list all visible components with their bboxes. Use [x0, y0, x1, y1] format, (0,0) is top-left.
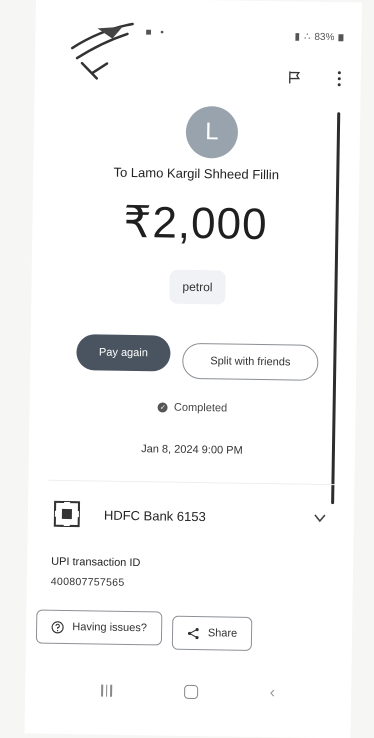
pay-again-label: Pay again: [98, 346, 149, 360]
wifi-icon: ∴: [303, 31, 311, 43]
chevron-down-icon: [314, 514, 326, 523]
share-button[interactable]: Share: [171, 615, 253, 651]
system-nav-bar: ‹: [25, 669, 352, 714]
payment-note: petrol: [169, 269, 226, 305]
battery-icon: [338, 34, 344, 42]
having-issues-label: Having issues?: [72, 621, 148, 635]
recent-apps-button[interactable]: [101, 684, 112, 697]
phone-screen: ■ • ▮ ∴ 83% L To Lamo Kargil Shheed Fill…: [24, 0, 362, 738]
upi-id-label: UPI transaction ID: [51, 555, 141, 570]
bank-logo-icon: [53, 500, 81, 528]
upi-id-value: 400807757565: [50, 575, 125, 589]
battery-level: 83%: [314, 31, 335, 44]
bank-name: HDFC Bank 6153: [103, 507, 206, 524]
flag-icon: [289, 71, 301, 84]
avatar: L: [185, 105, 239, 159]
bank-account-row[interactable]: HDFC Bank 6153: [48, 492, 341, 541]
payment-note-text: petrol: [182, 279, 213, 295]
avatar-initial: L: [205, 118, 219, 146]
share-label: Share: [207, 627, 238, 640]
transaction-status: ✓ Completed: [30, 399, 356, 416]
split-label: Split with friends: [210, 355, 291, 369]
report-flag-button[interactable]: [285, 67, 305, 87]
status-text: Completed: [173, 401, 228, 415]
status-icons: ▮ ∴ 83%: [294, 31, 344, 44]
having-issues-button[interactable]: Having issues?: [35, 609, 163, 646]
notification-icons: ■ •: [145, 27, 167, 39]
pay-again-button[interactable]: Pay again: [76, 334, 171, 372]
transaction-datetime: Jan 8, 2024 9:00 PM: [141, 443, 243, 457]
divider: [48, 479, 335, 486]
payment-amount: ₹2,000: [123, 197, 268, 250]
help-circle-icon: [51, 620, 64, 633]
scribble-mark: [70, 22, 134, 80]
signal-icon: ▮: [294, 31, 301, 43]
split-with-friends-button[interactable]: Split with friends: [182, 342, 319, 381]
home-button[interactable]: [183, 684, 198, 700]
share-icon: [187, 627, 199, 639]
recipient-name: To Lamo Kargil Shheed Fillin: [113, 164, 280, 183]
back-button[interactable]: ‹: [270, 684, 276, 702]
check-circle-icon: ✓: [157, 402, 169, 413]
more-options-button[interactable]: [329, 68, 349, 88]
toolbar: [285, 67, 349, 88]
more-vert-icon: [337, 70, 341, 86]
